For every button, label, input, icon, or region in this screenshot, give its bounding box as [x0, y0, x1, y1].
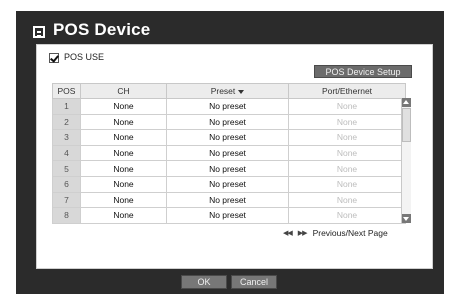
cell-pos: 1 — [52, 98, 81, 115]
cell-preset[interactable]: No preset — [166, 191, 289, 209]
pos-device-window: POS Device POS USE POS Device Setup POS … — [16, 11, 444, 294]
cell-pos: 7 — [52, 191, 81, 209]
header-preset[interactable]: Preset — [166, 83, 289, 99]
table-header-row: POS CH Preset Port/Ethernet — [52, 83, 406, 99]
title-bar: POS Device — [16, 11, 444, 43]
cell-preset[interactable]: No preset — [166, 144, 289, 162]
pos-use-label: POS USE — [64, 52, 105, 62]
pos-device-setup-button[interactable]: POS Device Setup — [314, 65, 412, 78]
cell-port[interactable]: None — [288, 175, 406, 193]
cell-ch[interactable]: None — [80, 175, 167, 193]
header-port: Port/Ethernet — [288, 83, 406, 99]
header-pos: POS — [52, 83, 81, 99]
window-title: POS Device — [53, 20, 151, 39]
cell-port[interactable]: None — [288, 191, 406, 209]
cell-preset[interactable]: No preset — [166, 175, 289, 193]
page-navigation[interactable]: ◀◀ ▶▶ Previous/Next Page — [283, 228, 388, 238]
cell-pos: 8 — [52, 207, 81, 224]
pos-table: POS CH Preset Port/Ethernet 1 None No pres… — [52, 83, 406, 224]
fast-forward-icon[interactable]: ▶▶ — [298, 229, 308, 237]
cell-pos: 5 — [52, 160, 81, 177]
cell-ch[interactable]: None — [80, 98, 167, 115]
cell-preset[interactable]: No preset — [166, 207, 289, 224]
cell-port[interactable]: None — [288, 207, 406, 224]
cell-pos: 2 — [52, 113, 81, 131]
cell-ch[interactable]: None — [80, 160, 167, 177]
cell-port[interactable]: None — [288, 98, 406, 115]
table-row[interactable]: 3 None No preset None — [52, 129, 406, 146]
pos-use-checkbox[interactable] — [49, 53, 59, 63]
rewind-icon[interactable]: ◀◀ — [283, 229, 293, 237]
table-scrollbar[interactable] — [401, 98, 411, 223]
cell-pos: 3 — [52, 129, 81, 146]
cell-ch[interactable]: None — [80, 144, 167, 162]
cell-port[interactable]: None — [288, 113, 406, 131]
cell-preset[interactable]: No preset — [166, 113, 289, 131]
cell-port[interactable]: None — [288, 129, 406, 146]
scroll-down-icon[interactable] — [402, 214, 411, 223]
header-ch: CH — [80, 83, 167, 99]
cell-ch[interactable]: None — [80, 191, 167, 209]
cell-port[interactable]: None — [288, 144, 406, 162]
cell-ch[interactable]: None — [80, 129, 167, 146]
table-row[interactable]: 7 None No preset None — [52, 191, 406, 209]
cancel-button[interactable]: Cancel — [231, 275, 277, 289]
table-row[interactable]: 6 None No preset None — [52, 175, 406, 193]
main-panel: POS USE POS Device Setup POS CH Preset P… — [36, 44, 433, 269]
cell-preset[interactable]: No preset — [166, 160, 289, 177]
cell-ch[interactable]: None — [80, 113, 167, 131]
cell-preset[interactable]: No preset — [166, 129, 289, 146]
cell-ch[interactable]: None — [80, 207, 167, 224]
cell-preset[interactable]: No preset — [166, 98, 289, 115]
scroll-thumb[interactable] — [402, 108, 411, 142]
cell-pos: 4 — [52, 144, 81, 162]
table-row[interactable]: 4 None No preset None — [52, 144, 406, 162]
ok-button[interactable]: OK — [181, 275, 227, 289]
cell-pos: 6 — [52, 175, 81, 193]
header-preset-label: Preset — [210, 86, 236, 96]
page-nav-label: Previous/Next Page — [312, 228, 388, 238]
scroll-up-icon[interactable] — [402, 98, 411, 107]
table-row[interactable]: 5 None No preset None — [52, 160, 406, 177]
table-row[interactable]: 8 None No preset None — [52, 207, 406, 224]
table-row[interactable]: 2 None No preset None — [52, 113, 406, 131]
menu-icon — [33, 26, 45, 38]
cell-port[interactable]: None — [288, 160, 406, 177]
sort-down-icon — [238, 89, 245, 94]
table-row[interactable]: 1 None No preset None — [52, 98, 406, 115]
